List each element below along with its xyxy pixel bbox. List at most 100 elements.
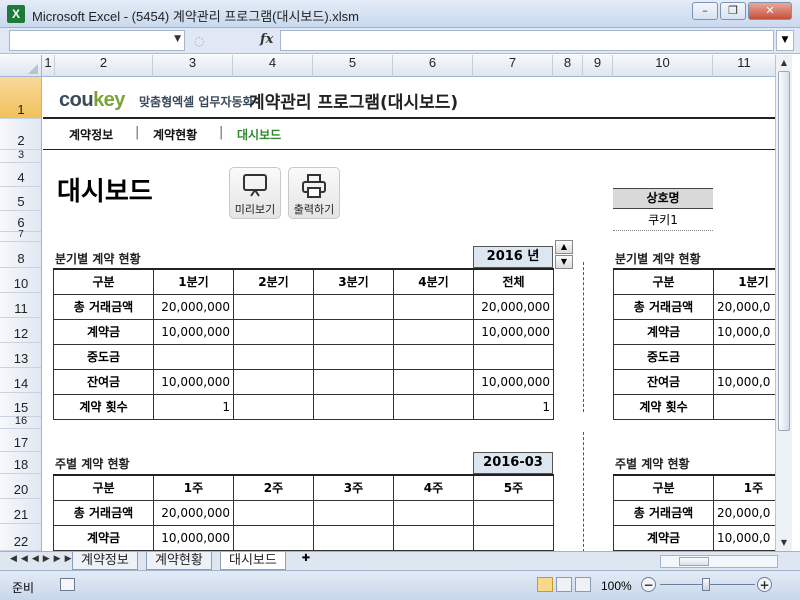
row-header[interactable]: 21 — [0, 499, 41, 524]
table-cell[interactable]: 20,000,0 — [713, 499, 775, 526]
expand-formula-button[interactable]: ▼ — [776, 30, 794, 51]
table-cell[interactable]: 20,000,000 — [153, 499, 234, 526]
row-header[interactable]: 18 — [0, 452, 41, 474]
table-cell[interactable] — [313, 393, 394, 420]
zoom-level[interactable]: 100% — [601, 579, 632, 593]
table-cell[interactable] — [393, 293, 474, 320]
minimize-button[interactable]: – — [692, 2, 718, 20]
scroll-up-arrow-icon[interactable]: ▲ — [777, 56, 791, 70]
row-header[interactable]: 8 — [0, 242, 41, 268]
vertical-scroll-thumb[interactable] — [778, 71, 790, 431]
table-cell[interactable]: 10,000,000 — [473, 318, 554, 345]
table-cell[interactable]: 10,000,000 — [153, 318, 234, 345]
row-header[interactable]: 4 — [0, 163, 41, 187]
nav-tab-dashboard[interactable]: 대시보드 — [237, 126, 281, 143]
preview-button[interactable]: 미리보기 — [229, 167, 281, 219]
table-cell[interactable]: 10,000,000 — [473, 368, 554, 395]
row-header[interactable]: 3 — [0, 149, 41, 163]
chevron-down-icon[interactable]: ▼ — [174, 34, 181, 44]
company-name-value[interactable]: 쿠키1 — [613, 211, 713, 231]
row-header[interactable]: 7 — [0, 229, 41, 242]
column-header[interactable]: 9 — [583, 55, 613, 77]
table-cell[interactable] — [233, 293, 314, 320]
sheet-tab-dashboard[interactable]: 대시보드 — [220, 552, 286, 570]
row-header[interactable]: 12 — [0, 318, 41, 343]
year-selector[interactable]: 2016 년 — [473, 246, 553, 268]
restore-button[interactable]: ❐ — [720, 2, 746, 20]
worksheet[interactable]: coukey 맞춤형엑셀 업무자동화 계약관리 프로그램(대시보드) 계약정보 … — [43, 77, 775, 551]
zoom-out-button[interactable]: − — [641, 577, 656, 592]
table-cell[interactable] — [393, 524, 474, 551]
column-header[interactable]: 8 — [553, 55, 583, 77]
year-spin-up-button[interactable]: ▲ — [555, 240, 573, 254]
table-cell[interactable] — [393, 393, 474, 420]
print-button[interactable]: 출력하기 — [288, 167, 340, 219]
name-box[interactable]: ▼ — [9, 30, 185, 51]
row-header[interactable]: 16 — [0, 415, 41, 429]
sheet-nav-arrows-icon[interactable]: ◀◀◀▶▶▶ — [10, 554, 76, 564]
nav-tab-contract-status[interactable]: 계약현황 — [153, 126, 197, 143]
column-header[interactable]: 5 — [313, 55, 393, 77]
year-spin-down-button[interactable]: ▼ — [555, 255, 573, 269]
table-cell[interactable] — [393, 499, 474, 526]
row-header[interactable]: 13 — [0, 343, 41, 368]
row-header[interactable]: 2 — [0, 119, 41, 150]
table-cell[interactable]: 20,000,0 — [713, 293, 775, 320]
table-cell[interactable] — [713, 393, 775, 420]
table-cell[interactable] — [233, 343, 314, 370]
page-break-view-button[interactable] — [575, 577, 591, 592]
table-cell[interactable]: 20,000,000 — [153, 293, 234, 320]
table-cell[interactable] — [313, 343, 394, 370]
table-cell[interactable] — [313, 368, 394, 395]
row-header[interactable]: 15 — [0, 393, 41, 417]
table-cell[interactable] — [393, 343, 474, 370]
column-header[interactable]: 7 — [473, 55, 553, 77]
row-header[interactable]: 10 — [0, 268, 41, 293]
table-cell[interactable] — [393, 318, 474, 345]
column-header[interactable]: 1 — [42, 55, 55, 77]
close-button[interactable]: ✕ — [748, 2, 792, 20]
nav-tab-contract-info[interactable]: 계약정보 — [69, 126, 113, 143]
scroll-down-arrow-icon[interactable]: ▼ — [777, 536, 791, 550]
table-cell[interactable] — [713, 343, 775, 370]
row-header[interactable]: 11 — [0, 293, 41, 318]
table-cell[interactable]: 1 — [153, 393, 234, 420]
table-cell[interactable] — [313, 499, 394, 526]
column-header[interactable]: 10 — [613, 55, 713, 77]
table-cell[interactable]: 10,000,0 — [713, 524, 775, 551]
page-layout-view-button[interactable] — [556, 577, 572, 592]
table-cell[interactable]: 20,000,000 — [473, 293, 554, 320]
macro-record-icon[interactable] — [60, 578, 75, 591]
formula-input[interactable] — [280, 30, 774, 51]
table-cell[interactable] — [153, 343, 234, 370]
table-cell[interactable] — [313, 318, 394, 345]
column-header[interactable]: 11 — [713, 55, 775, 77]
horizontal-scrollbar[interactable] — [660, 555, 778, 568]
row-header[interactable]: 14 — [0, 368, 41, 393]
column-header[interactable]: 3 — [153, 55, 233, 77]
row-header[interactable]: 1 — [0, 77, 41, 119]
normal-view-button[interactable] — [537, 577, 553, 592]
vertical-scrollbar[interactable]: ▲ ▼ — [775, 55, 792, 551]
horizontal-scroll-thumb[interactable] — [679, 557, 709, 566]
table-cell[interactable] — [233, 499, 314, 526]
table-cell[interactable] — [233, 368, 314, 395]
table-cell[interactable] — [233, 393, 314, 420]
table-cell[interactable]: 1 — [473, 393, 554, 420]
table-cell[interactable] — [393, 368, 474, 395]
table-cell[interactable]: 10,000,0 — [713, 368, 775, 395]
row-header[interactable]: 5 — [0, 187, 41, 211]
column-header[interactable]: 6 — [393, 55, 473, 77]
sheet-tab-contract-status[interactable]: 계약현황 — [146, 552, 212, 570]
insert-sheet-icon[interactable]: ✚ — [297, 553, 315, 569]
table-cell[interactable] — [233, 524, 314, 551]
row-header[interactable]: 17 — [0, 429, 41, 452]
insert-function-icon[interactable]: fx — [260, 32, 273, 47]
table-cell[interactable] — [473, 343, 554, 370]
table-cell[interactable] — [313, 524, 394, 551]
table-cell[interactable] — [233, 318, 314, 345]
month-selector[interactable]: 2016-03 — [473, 452, 553, 474]
row-header[interactable]: 20 — [0, 474, 41, 499]
column-header[interactable]: 2 — [55, 55, 153, 77]
zoom-slider-thumb[interactable] — [702, 578, 710, 591]
